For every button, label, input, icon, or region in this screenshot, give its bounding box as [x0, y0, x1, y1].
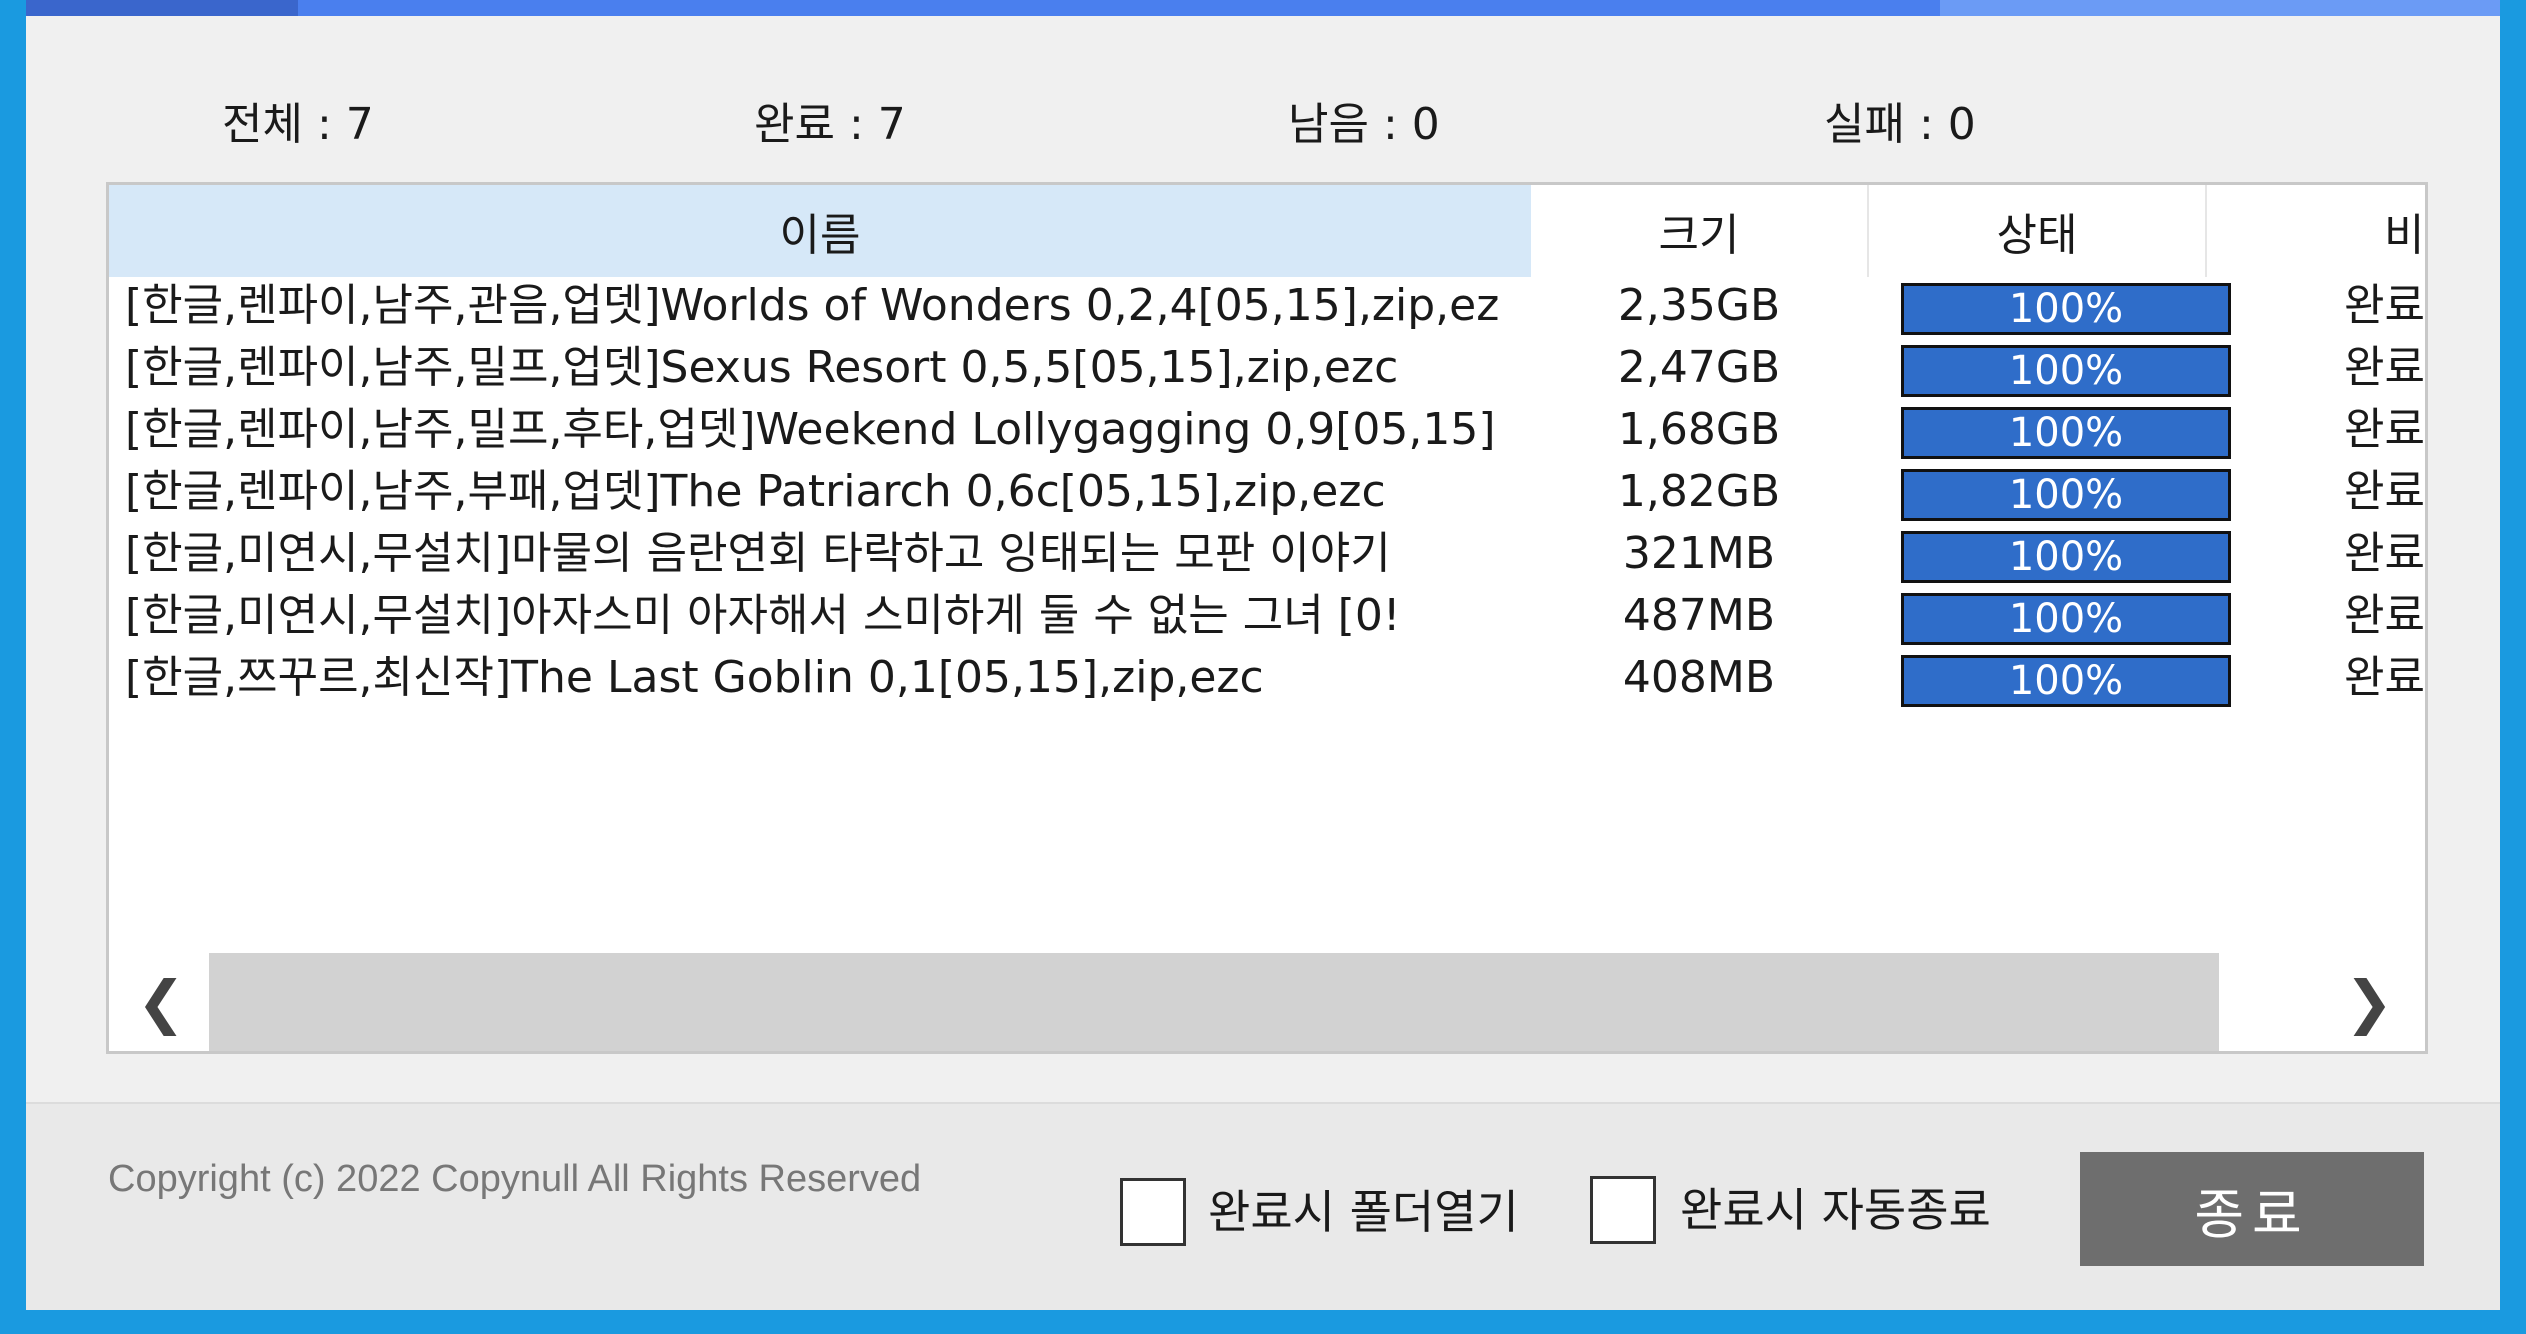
horizontal-scrollbar[interactable]: ❮ ❯ [109, 953, 2425, 1051]
stat-failed: 실패 : 0 [1824, 99, 1976, 150]
exit-button[interactable]: 종료 [2080, 1152, 2424, 1266]
file-size: 321MB [1622, 528, 1776, 579]
table-row[interactable]: [한글,렌파이,남주,부패,업뎃]The Patriarch 0,6c[05,1… [109, 461, 2425, 523]
file-name: [한글,렌파이,남주,관음,업뎃]Worlds of Wonders 0,2,4… [125, 280, 1500, 331]
open-folder-label[interactable]: 완료시 폴더열기 [1208, 1176, 1519, 1242]
progress-bar: 100% [1901, 593, 2231, 645]
file-list[interactable]: 이름 크기 상태 비고 [한글,렌파이,남주,관음,업뎃]Worlds of W… [106, 182, 2428, 1054]
chevron-left-icon[interactable]: ❮ [121, 953, 201, 1051]
file-size: 1,68GB [1617, 404, 1781, 455]
table-row[interactable]: [한글,쯔꾸르,최신작]The Last Goblin 0,1[05,15],z… [109, 647, 2425, 709]
progress-bar: 100% [1901, 531, 2231, 583]
file-name: [한글,쯔꾸르,최신작]The Last Goblin 0,1[05,15],z… [125, 652, 1264, 703]
progress-bar: 100% [1901, 407, 2231, 459]
stat-remaining: 남음 : 0 [1288, 99, 1440, 150]
table-row[interactable]: [한글,미연시,무설치]마물의 음란연회 타락하고 잉태되는 모판 이야기 32… [109, 523, 2425, 585]
column-header-state[interactable]: 상태 [1869, 185, 2207, 277]
file-name: [한글,렌파이,남주,밀프,후타,업뎃]Weekend Lollygagging… [125, 404, 1496, 455]
file-name: [한글,렌파이,남주,부패,업뎃]The Patriarch 0,6c[05,1… [125, 466, 1386, 517]
file-name: [한글,미연시,무설치]마물의 음란연회 타락하고 잉태되는 모판 이야기 [125, 528, 1391, 579]
progress-bar: 100% [1901, 345, 2231, 397]
file-size: 2,35GB [1617, 280, 1781, 331]
file-note: 완료 [2344, 528, 2425, 579]
auto-exit-label[interactable]: 완료시 자동종료 [1680, 1174, 1991, 1240]
file-note: 완료 [2344, 342, 2425, 393]
progress-bar: 100% [1901, 283, 2231, 335]
open-folder-checkbox[interactable] [1120, 1178, 1186, 1246]
auto-exit-checkbox[interactable] [1590, 1176, 1656, 1244]
file-note: 완료 [2344, 404, 2425, 455]
top-strip-right [1940, 0, 2500, 16]
file-size: 2,47GB [1617, 342, 1781, 393]
scrollbar-thumb[interactable] [209, 953, 2219, 1051]
chevron-right-icon[interactable]: ❯ [2329, 953, 2409, 1051]
progress-bar: 100% [1901, 655, 2231, 707]
column-header-size[interactable]: 크기 [1531, 185, 1869, 277]
table-row[interactable]: [한글,렌파이,남주,관음,업뎃]Worlds of Wonders 0,2,4… [109, 275, 2425, 337]
copyright-text: Copyright (c) 2022 Copynull All Rights R… [108, 1158, 922, 1200]
file-note: 완료 [2344, 590, 2425, 641]
file-name: [한글,렌파이,남주,밀프,업뎃]Sexus Resort 0,5,5[05,1… [125, 342, 1399, 393]
table-row[interactable]: [한글,렌파이,남주,밀프,후타,업뎃]Weekend Lollygagging… [109, 399, 2425, 461]
column-header-note[interactable]: 비고 [2207, 185, 2425, 277]
file-size: 408MB [1622, 652, 1776, 703]
file-name: [한글,미연시,무설치]아자스미 아자해서 스미하게 둘 수 없는 그녀 [0! [125, 590, 1401, 641]
download-window: 전체 : 7 완료 : 7 남음 : 0 실패 : 0 이름 크기 상태 비고 … [26, 0, 2500, 1310]
file-size: 1,82GB [1617, 466, 1781, 517]
file-note: 완료 [2344, 652, 2425, 703]
column-header-name[interactable]: 이름 [109, 185, 1531, 277]
file-size: 487MB [1622, 590, 1776, 641]
stat-done: 완료 : 7 [754, 99, 906, 150]
top-strip-left [26, 0, 298, 16]
file-note: 완료 [2344, 466, 2425, 517]
stat-total: 전체 : 7 [222, 99, 374, 150]
footer: Copyright (c) 2022 Copynull All Rights R… [26, 1102, 2500, 1310]
top-progress-strip [26, 0, 2500, 16]
table-row[interactable]: [한글,렌파이,남주,밀프,업뎃]Sexus Resort 0,5,5[05,1… [109, 337, 2425, 399]
table-row[interactable]: [한글,미연시,무설치]아자스미 아자해서 스미하게 둘 수 없는 그녀 [0!… [109, 585, 2425, 647]
file-note: 완료 [2344, 280, 2425, 331]
progress-bar: 100% [1901, 469, 2231, 521]
